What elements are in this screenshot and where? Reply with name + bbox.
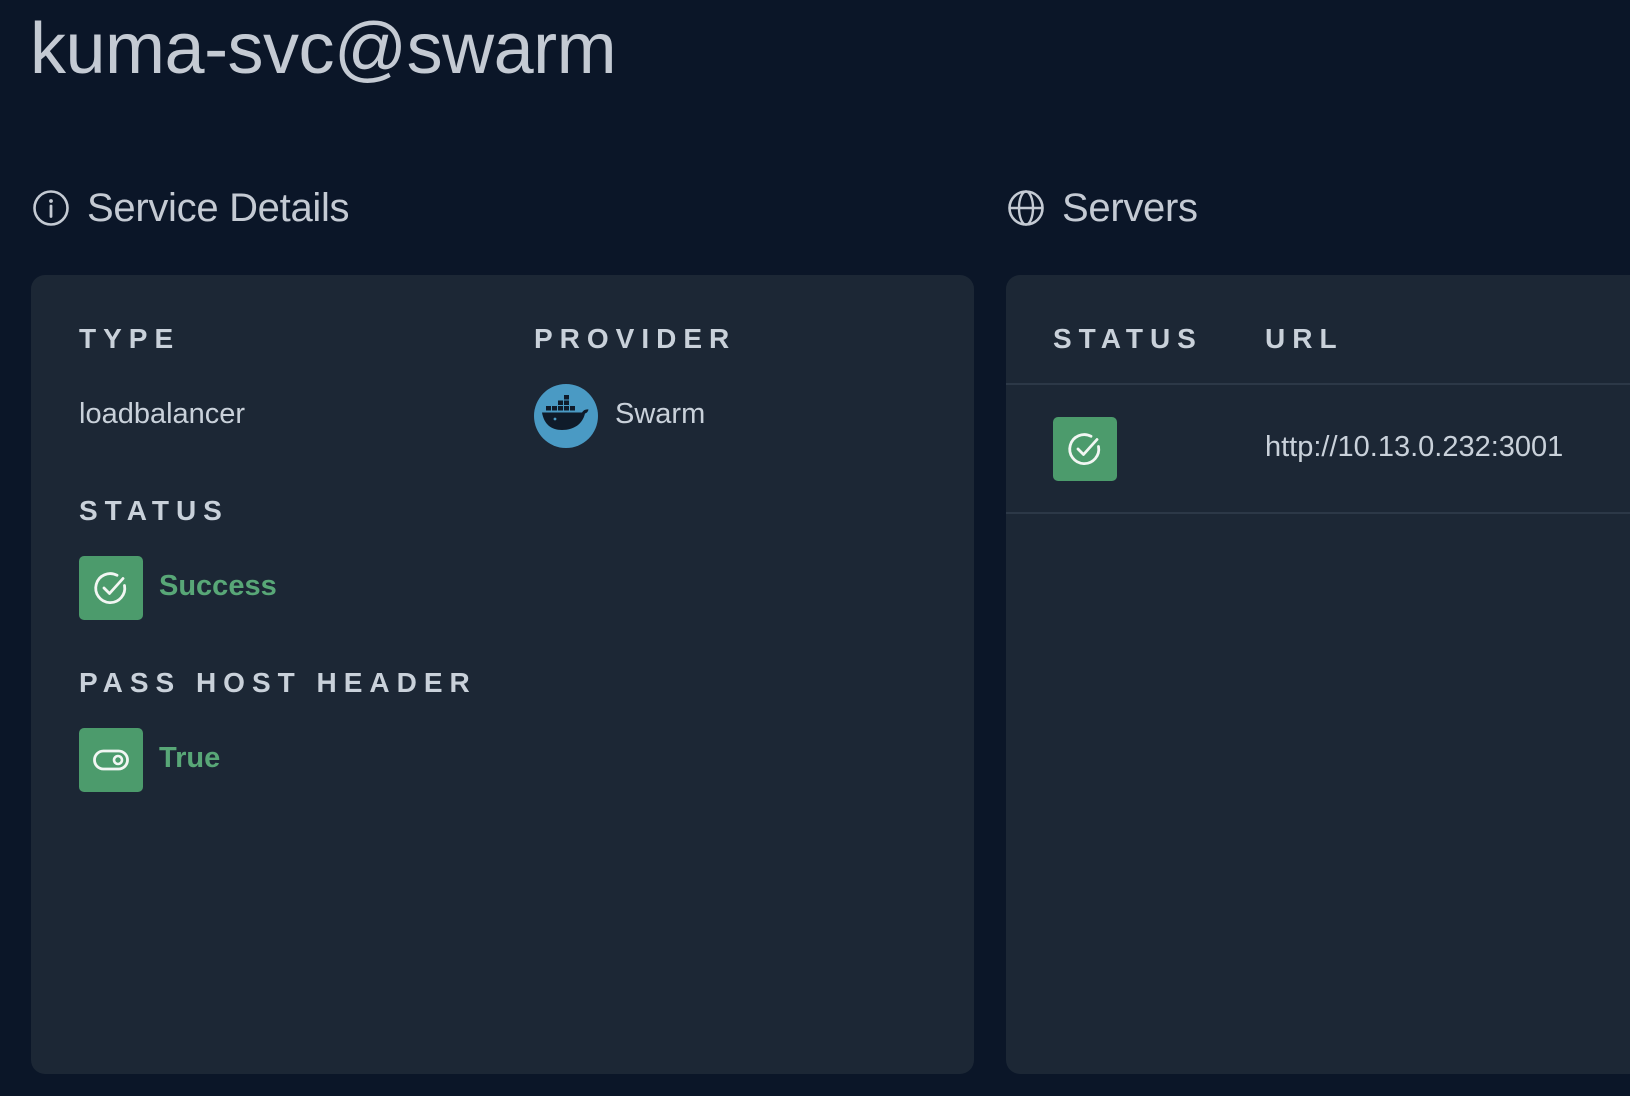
status-label: STATUS [79, 495, 229, 526]
servers-col-status: STATUS [1053, 323, 1203, 354]
globe-icon [1008, 190, 1044, 226]
provider-value: Swarm [615, 398, 706, 430]
service-details-header: Service Details [31, 185, 350, 230]
provider-label: PROVIDER [534, 323, 737, 354]
server-url[interactable]: http://10.13.0.232:3001 [1265, 431, 1563, 464]
servers-card: STATUS URL http://10.13.0.232:3001 [1006, 275, 1630, 1074]
service-details-title: Service Details [87, 185, 350, 230]
service-page: kuma-svc@swarm Service Details Servers T… [0, 0, 1630, 1096]
status-value: Success [159, 570, 277, 602]
type-value: loadbalancer [79, 398, 246, 430]
servers-header: Servers [1006, 186, 1198, 230]
type-label: TYPE [79, 323, 181, 354]
servers-title: Servers [1062, 185, 1198, 230]
check-circle-icon [1053, 417, 1117, 481]
docker-icon [534, 384, 598, 448]
pass-host-header-label: PASS HOST HEADER [79, 667, 477, 698]
check-circle-icon [79, 556, 143, 620]
table-header-divider [1006, 383, 1630, 385]
toggle-icon [79, 728, 143, 792]
pass-host-header-value: True [159, 742, 221, 774]
info-icon [33, 190, 69, 226]
service-details-card: TYPE loadbalancer PROVIDER Swarm STATUS … [31, 275, 974, 1074]
table-row-divider [1006, 512, 1630, 514]
page-title: kuma-svc@swarm [30, 9, 617, 89]
servers-col-url: URL [1265, 323, 1344, 354]
